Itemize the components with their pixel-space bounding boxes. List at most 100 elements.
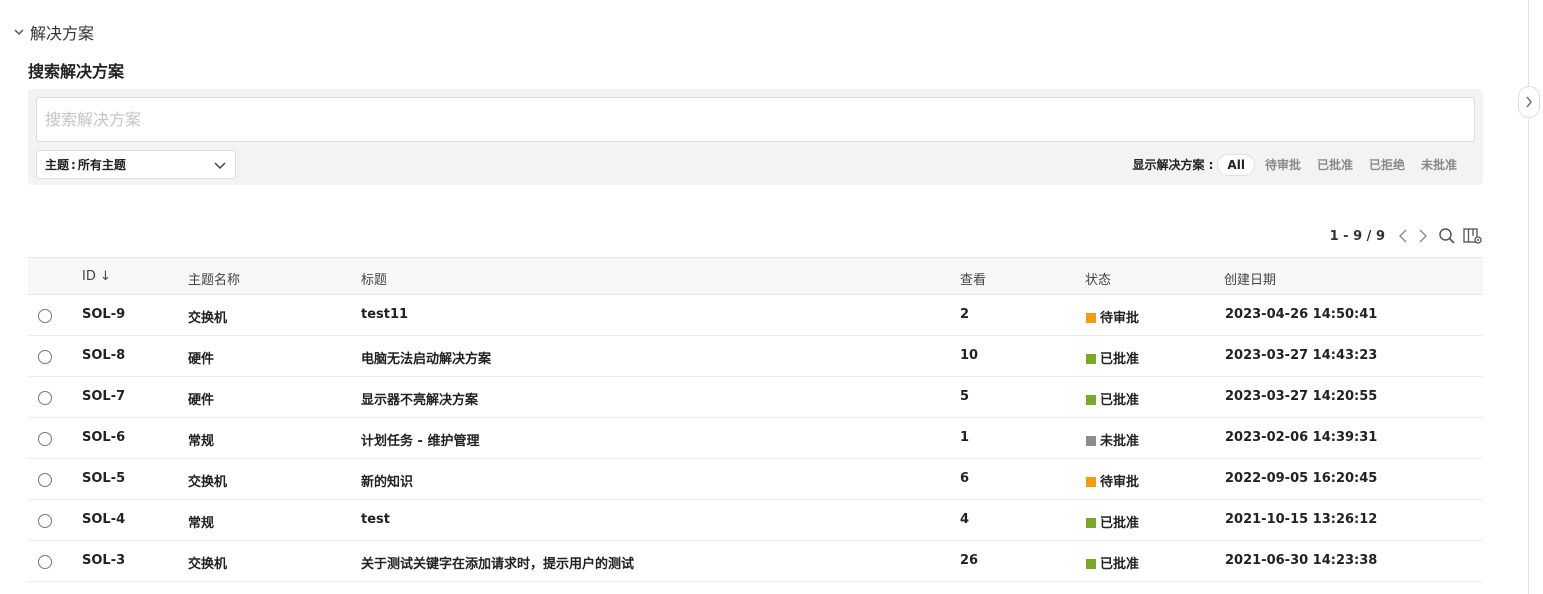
prev-page-button[interactable] bbox=[1393, 226, 1413, 246]
row-select-radio[interactable] bbox=[38, 555, 52, 569]
row-created: 2021-06-30 14:23:38 bbox=[1225, 553, 1378, 568]
row-created: 2023-02-06 14:39:31 bbox=[1225, 430, 1378, 445]
row-select-radio[interactable] bbox=[38, 309, 52, 323]
filter-unapproved[interactable]: 未批准 bbox=[1413, 152, 1465, 177]
status-filter: 显示解决方案 : All 待审批 已批准 已拒绝 未批准 bbox=[1132, 152, 1465, 177]
row-views: 10 bbox=[960, 348, 979, 363]
column-settings-button[interactable] bbox=[1463, 226, 1483, 246]
column-header-views[interactable]: 查看 bbox=[960, 269, 986, 288]
row-views: 4 bbox=[960, 512, 970, 527]
row-select-radio[interactable] bbox=[38, 473, 52, 487]
row-topic: 常规 bbox=[188, 434, 215, 449]
row-topic: 硬件 bbox=[188, 393, 215, 408]
table-row[interactable]: SOL-6 常规 计划任务 - 维护管理 1 未批准 2023-02-06 14… bbox=[28, 418, 1483, 459]
row-title[interactable]: 显示器不亮解决方案 bbox=[361, 389, 478, 408]
row-id[interactable]: SOL-8 bbox=[82, 348, 125, 363]
filter-pending[interactable]: 待审批 bbox=[1257, 152, 1309, 177]
chevron-down-icon bbox=[14, 29, 24, 36]
column-header-status[interactable]: 状态 bbox=[1085, 269, 1111, 288]
table-row[interactable]: SOL-4 常规 test 4 已批准 2021-10-15 13:26:12 bbox=[28, 500, 1483, 541]
row-created: 2023-03-27 14:43:23 bbox=[1225, 348, 1378, 363]
row-views: 26 bbox=[960, 553, 979, 568]
search-heading: 搜索解决方案 bbox=[28, 62, 125, 81]
row-title[interactable]: 新的知识 bbox=[361, 471, 413, 490]
table-search-button[interactable] bbox=[1437, 226, 1457, 246]
row-select-radio[interactable] bbox=[38, 350, 52, 364]
search-input[interactable] bbox=[36, 97, 1475, 142]
row-created: 2021-10-15 13:26:12 bbox=[1225, 512, 1378, 527]
row-status-label: 待审批 bbox=[1100, 311, 1140, 326]
chevron-right-icon bbox=[1419, 229, 1427, 243]
row-id[interactable]: SOL-7 bbox=[82, 389, 125, 404]
status-indicator bbox=[1086, 559, 1096, 569]
table-row[interactable]: SOL-8 硬件 电脑无法启动解决方案 10 已批准 2023-03-27 14… bbox=[28, 336, 1483, 377]
topic-select-separator: : bbox=[71, 157, 76, 172]
table-row[interactable]: SOL-3 交换机 关于测试关键字在添加请求时，提示用户的测试 26 已批准 2… bbox=[28, 541, 1483, 582]
column-header-topic[interactable]: 主题名称 bbox=[188, 269, 240, 288]
column-header-title[interactable]: 标题 bbox=[361, 269, 387, 288]
row-status-label: 已批准 bbox=[1100, 352, 1140, 367]
chevron-right-icon bbox=[1526, 96, 1532, 108]
solutions-table: ID ↓ 主题名称 标题 查看 状态 创建日期 SOL-9 交换机 test11… bbox=[28, 257, 1483, 582]
row-topic: 交换机 bbox=[188, 311, 228, 326]
status-indicator bbox=[1086, 477, 1096, 487]
solutions-section-toggle[interactable]: 解决方案 bbox=[12, 20, 94, 44]
row-status-label: 未批准 bbox=[1100, 434, 1140, 449]
row-status: 待审批 bbox=[1086, 471, 1139, 490]
row-title[interactable]: test11 bbox=[361, 307, 408, 322]
topic-select-label: 主题 bbox=[45, 158, 70, 172]
topic-select-value: 所有主题 bbox=[77, 158, 126, 172]
row-title[interactable]: test bbox=[361, 512, 390, 527]
row-status: 已批准 bbox=[1086, 389, 1139, 408]
side-panel-toggle[interactable] bbox=[1518, 86, 1540, 118]
filter-approved[interactable]: 已批准 bbox=[1309, 152, 1361, 177]
chevron-down-icon bbox=[214, 162, 226, 170]
row-select-radio[interactable] bbox=[38, 514, 52, 528]
search-icon bbox=[1439, 228, 1455, 244]
row-status: 未批准 bbox=[1086, 430, 1139, 449]
table-row[interactable]: SOL-7 硬件 显示器不亮解决方案 5 已批准 2023-03-27 14:2… bbox=[28, 377, 1483, 418]
page-range: 1 - 9 / 9 bbox=[1329, 228, 1385, 244]
row-topic: 常规 bbox=[188, 516, 215, 531]
row-views: 2 bbox=[960, 307, 970, 322]
row-title[interactable]: 关于测试关键字在添加请求时，提示用户的测试 bbox=[361, 553, 634, 572]
row-views: 6 bbox=[960, 471, 970, 486]
row-id[interactable]: SOL-5 bbox=[82, 471, 125, 486]
status-indicator bbox=[1086, 313, 1096, 323]
column-header-id[interactable]: ID ↓ bbox=[82, 269, 111, 284]
table-header: ID ↓ 主题名称 标题 查看 状态 创建日期 bbox=[28, 257, 1483, 295]
row-status-label: 已批准 bbox=[1100, 557, 1140, 572]
status-indicator bbox=[1086, 436, 1096, 446]
row-status-label: 已批准 bbox=[1100, 516, 1140, 531]
row-select-radio[interactable] bbox=[38, 391, 52, 405]
row-id[interactable]: SOL-6 bbox=[82, 430, 125, 445]
status-filter-label: 显示解决方案 : bbox=[1132, 158, 1214, 172]
row-status: 待审批 bbox=[1086, 307, 1139, 326]
row-select-radio[interactable] bbox=[38, 432, 52, 446]
row-status: 已批准 bbox=[1086, 553, 1139, 572]
table-row[interactable]: SOL-9 交换机 test11 2 待审批 2023-04-26 14:50:… bbox=[28, 295, 1483, 336]
table-row[interactable]: SOL-5 交换机 新的知识 6 待审批 2022-09-05 16:20:45 bbox=[28, 459, 1483, 500]
row-title[interactable]: 电脑无法启动解决方案 bbox=[361, 348, 491, 367]
row-status-label: 已批准 bbox=[1100, 393, 1140, 408]
section-title: 解决方案 bbox=[30, 24, 95, 43]
topic-select[interactable]: 主题 : 所有主题 bbox=[36, 150, 236, 179]
search-panel: 主题 : 所有主题 显示解决方案 : All 待审批 已批准 已拒绝 未批准 bbox=[28, 89, 1483, 185]
row-topic: 交换机 bbox=[188, 557, 228, 572]
row-created: 2023-03-27 14:20:55 bbox=[1225, 389, 1378, 404]
row-views: 1 bbox=[960, 430, 970, 445]
next-page-button[interactable] bbox=[1413, 226, 1433, 246]
column-header-created[interactable]: 创建日期 bbox=[1224, 269, 1276, 288]
row-id[interactable]: SOL-9 bbox=[82, 307, 125, 322]
row-topic: 硬件 bbox=[188, 352, 215, 367]
row-id[interactable]: SOL-3 bbox=[82, 553, 125, 568]
column-settings-icon bbox=[1463, 228, 1482, 244]
chevron-left-icon bbox=[1399, 229, 1407, 243]
filter-rejected[interactable]: 已拒绝 bbox=[1361, 152, 1413, 177]
row-title[interactable]: 计划任务 - 维护管理 bbox=[361, 430, 479, 449]
filter-all[interactable]: All bbox=[1217, 153, 1255, 176]
pagination: 1 - 9 / 9 bbox=[1330, 226, 1483, 246]
row-created: 2022-09-05 16:20:45 bbox=[1225, 471, 1378, 486]
row-id[interactable]: SOL-4 bbox=[82, 512, 125, 527]
row-status: 已批准 bbox=[1086, 348, 1139, 367]
